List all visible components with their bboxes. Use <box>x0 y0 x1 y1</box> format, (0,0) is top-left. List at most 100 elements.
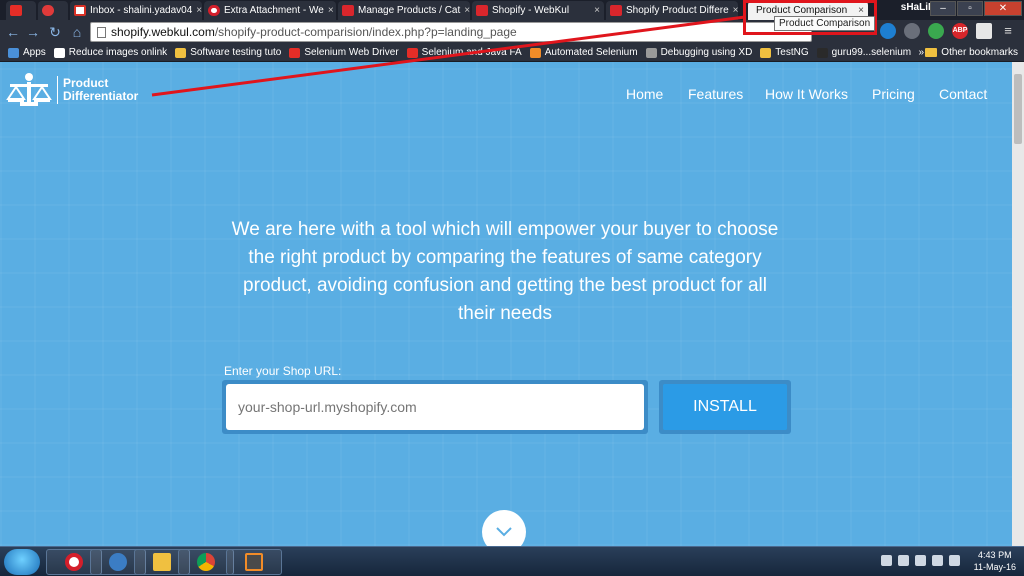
brand-divider <box>57 76 58 104</box>
opera-icon <box>65 553 83 571</box>
webkul-icon <box>610 5 622 16</box>
maximize-icon[interactable]: ▫ <box>957 1 983 16</box>
webkul-icon <box>476 5 488 16</box>
menu-icon[interactable]: ≡ <box>1000 23 1016 39</box>
shop-url-wrapper <box>222 380 648 434</box>
tray-network-icon[interactable] <box>898 555 909 566</box>
gmail-icon <box>74 5 86 16</box>
folder-icon <box>925 48 938 57</box>
bookmark-label: Apps <box>23 47 46 58</box>
tab-youtube[interactable] <box>6 1 36 20</box>
tab-inbox[interactable]: Inbox - shalini.yadav04 × <box>70 1 202 20</box>
tray-action-center-icon[interactable] <box>915 555 926 566</box>
bookmark-label: TestNG <box>775 47 809 58</box>
tab-chat[interactable] <box>38 1 68 20</box>
adblock-icon[interactable]: ABP <box>952 23 968 39</box>
brand-name: Product Differentiator <box>63 77 163 103</box>
brand-logo[interactable]: Product Differentiator <box>6 72 163 108</box>
page-icon <box>97 27 106 38</box>
install-button[interactable]: INSTALL <box>663 384 787 430</box>
folder-icon <box>760 47 772 58</box>
reload-icon[interactable]: ↻ <box>46 23 64 41</box>
tab-label: Extra Attachment - We <box>224 5 324 16</box>
other-bookmarks[interactable]: Other bookmarks <box>925 47 1018 58</box>
bookmark-guru99[interactable]: guru99...selenium <box>816 47 912 58</box>
clock-date: 11-May-16 <box>973 562 1016 572</box>
scale-icon <box>6 73 52 106</box>
folder-icon <box>153 553 171 571</box>
window-controls: – ▫ ✕ <box>930 1 1022 16</box>
shop-url-label: Enter your Shop URL: <box>224 364 342 378</box>
bookmark-label: Reduce images onlink <box>68 47 168 58</box>
bookmark-label: Selenium Web Driver <box>304 47 399 58</box>
chrome-icon <box>197 553 215 571</box>
tab-close-icon[interactable]: × <box>729 5 738 16</box>
shop-url-input[interactable] <box>226 384 644 430</box>
extension-icon[interactable] <box>976 23 992 39</box>
evernote-icon[interactable] <box>928 23 944 39</box>
nav-contact[interactable]: Contact <box>939 86 987 102</box>
bookmark-label: Selenium and Java FA <box>421 47 522 58</box>
scroll-down-button[interactable] <box>482 510 526 546</box>
bookmark-selenium-java[interactable]: Selenium and Java FA <box>406 47 522 58</box>
clock-time: 4:43 PM <box>978 550 1012 560</box>
extension-icons: ABP ≡ <box>880 23 1016 39</box>
bookmark-label: guru99...selenium <box>831 47 912 58</box>
bookmark-selenium-webdriver[interactable]: Selenium Web Driver <box>289 47 399 58</box>
nav-features[interactable]: Features <box>688 86 743 102</box>
apps-icon <box>8 47 19 58</box>
tab-close-icon[interactable]: × <box>460 5 470 16</box>
address-bar[interactable]: shopify.webkul.com/shopify-product-compa… <box>90 22 812 42</box>
bookmark-favicon <box>529 47 541 58</box>
nav-home[interactable]: Home <box>626 86 663 102</box>
forward-icon[interactable]: → <box>24 23 42 41</box>
tab-close-icon[interactable]: × <box>324 5 334 16</box>
scrollbar-thumb[interactable] <box>1014 74 1022 144</box>
tray-arrow-icon[interactable] <box>881 555 892 566</box>
page-content: Product Differentiator Home Features How… <box>0 62 1012 546</box>
tray-volume-icon[interactable] <box>932 555 943 566</box>
folder-icon <box>175 47 187 58</box>
tab-manage-products[interactable]: Manage Products / Cat × <box>338 1 470 20</box>
bookmark-automated-selenium[interactable]: Automated Selenium <box>529 47 638 58</box>
youtube-icon <box>10 5 22 16</box>
chevron-down-icon <box>496 527 512 537</box>
bookmark-software-testing[interactable]: Software testing tuto <box>175 47 281 58</box>
tab-extra-attachment[interactable]: Extra Attachment - We × <box>204 1 336 20</box>
brand-line-2: Differentiator <box>63 89 139 103</box>
nav-pricing[interactable]: Pricing <box>872 86 915 102</box>
start-button-icon[interactable] <box>4 549 40 575</box>
taskbar-sublime[interactable] <box>226 549 282 575</box>
tab-label: Shopify - WebKul <box>492 5 570 16</box>
tab-tooltip: Product Comparison <box>774 16 876 31</box>
bookmark-debugging-xd[interactable]: Debugging using XD <box>645 47 753 58</box>
bookmark-favicon <box>816 47 828 58</box>
bookmark-testng[interactable]: TestNG <box>760 47 809 58</box>
settings-gear-icon[interactable] <box>904 23 920 39</box>
bookmarks-overflow-icon[interactable]: » <box>918 47 924 58</box>
tab-close-icon[interactable]: × <box>590 5 600 16</box>
back-icon[interactable]: ← <box>4 23 22 41</box>
bookmark-reduce-images[interactable]: Reduce images onlink <box>53 47 168 58</box>
tray-battery-icon[interactable] <box>949 555 960 566</box>
youtube-icon <box>289 47 301 58</box>
tab-close-icon[interactable]: × <box>192 5 202 16</box>
r-icon <box>53 47 65 58</box>
bookmark-label: Other bookmarks <box>941 47 1018 58</box>
minimize-icon[interactable]: – <box>930 1 956 16</box>
url-path: /shopify-product-comparision/index.php?p… <box>214 25 517 39</box>
nav-how-it-works[interactable]: How It Works <box>765 86 848 102</box>
system-clock[interactable]: 4:43 PM 11-May-16 <box>974 549 1016 573</box>
bookmark-apps[interactable]: Apps <box>8 47 46 58</box>
close-icon[interactable]: ✕ <box>984 1 1022 16</box>
sync-icon[interactable] <box>880 23 896 39</box>
home-icon[interactable]: ⌂ <box>68 23 86 41</box>
opera-icon <box>208 5 220 16</box>
bookmark-label: Debugging using XD <box>660 47 753 58</box>
tab-shopify-product-differentiator[interactable]: Shopify Product Differe × <box>606 1 738 20</box>
install-wrapper: INSTALL <box>659 380 791 434</box>
sublime-icon <box>245 553 263 571</box>
tab-label: Manage Products / Cat <box>358 5 461 16</box>
tab-label: Inbox - shalini.yadav04 <box>90 5 193 16</box>
tab-shopify-webkul[interactable]: Shopify - WebKul × <box>472 1 604 20</box>
